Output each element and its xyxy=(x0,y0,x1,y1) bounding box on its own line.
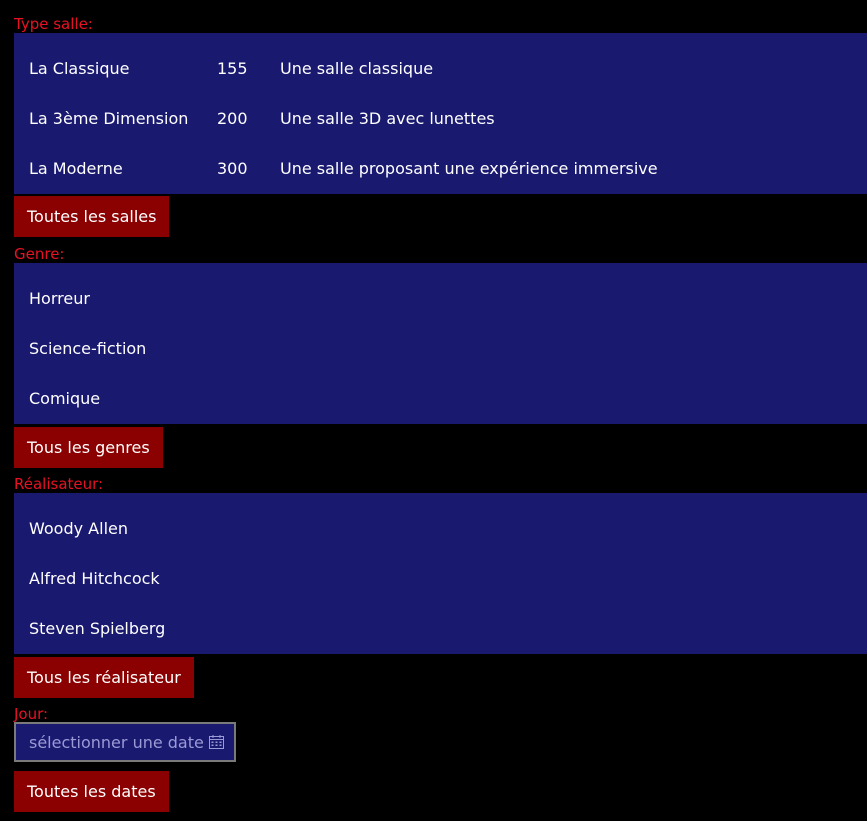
filter-panel: Type salle: La Classique 155 Une salle c… xyxy=(0,0,867,821)
realisateur-row-woody-allen[interactable]: Woody Allen xyxy=(14,503,867,553)
realisateur-name: Woody Allen xyxy=(29,519,128,538)
calendar-icon[interactable] xyxy=(209,735,224,749)
realisateur-row-alfred-hitchcock[interactable]: Alfred Hitchcock xyxy=(14,553,867,603)
realisateur-row-steven-spielberg[interactable]: Steven Spielberg xyxy=(14,603,867,653)
salle-row-3d[interactable]: La 3ème Dimension 200 Une salle 3D avec … xyxy=(14,93,867,143)
realisateur-label: Réalisateur: xyxy=(14,475,104,493)
salle-capacity: 200 xyxy=(217,109,248,128)
realisateur-list[interactable]: Woody Allen Alfred Hitchcock Steven Spie… xyxy=(14,493,867,654)
all-realisateurs-button[interactable]: Tous les réalisateur xyxy=(14,657,194,698)
salle-capacity: 300 xyxy=(217,159,248,178)
salle-name: La Moderne xyxy=(29,159,123,178)
salle-row-classique[interactable]: La Classique 155 Une salle classique xyxy=(14,43,867,93)
genre-row-horreur[interactable]: Horreur xyxy=(14,273,867,323)
jour-label: Jour: xyxy=(14,705,49,723)
salle-description: Une salle 3D avec lunettes xyxy=(280,109,495,128)
genre-name: Comique xyxy=(29,389,101,408)
realisateur-name: Alfred Hitchcock xyxy=(29,569,160,588)
salle-capacity: 155 xyxy=(217,59,248,78)
genre-name: Science-fiction xyxy=(29,339,147,358)
salle-name: La 3ème Dimension xyxy=(29,109,189,128)
genre-row-comique[interactable]: Comique xyxy=(14,373,867,423)
salle-row-moderne[interactable]: La Moderne 300 Une salle proposant une e… xyxy=(14,143,867,193)
all-genres-button[interactable]: Tous les genres xyxy=(14,427,163,468)
genre-label: Genre: xyxy=(14,245,65,263)
all-salles-button[interactable]: Toutes les salles xyxy=(14,196,170,237)
all-dates-button[interactable]: Toutes les dates xyxy=(14,771,169,812)
salle-description: Une salle classique xyxy=(280,59,434,78)
salle-label: Type salle: xyxy=(14,15,93,33)
salle-description: Une salle proposant une expérience immer… xyxy=(280,159,658,178)
genre-list[interactable]: Horreur Science-fiction Comique xyxy=(14,263,867,424)
genre-name: Horreur xyxy=(29,289,90,308)
realisateur-name: Steven Spielberg xyxy=(29,619,166,638)
genre-row-science-fiction[interactable]: Science-fiction xyxy=(14,323,867,373)
date-placeholder: sélectionner une date xyxy=(29,733,204,752)
date-picker[interactable]: sélectionner une date xyxy=(14,722,236,762)
salle-list[interactable]: La Classique 155 Une salle classique La … xyxy=(14,33,867,194)
salle-name: La Classique xyxy=(29,59,130,78)
